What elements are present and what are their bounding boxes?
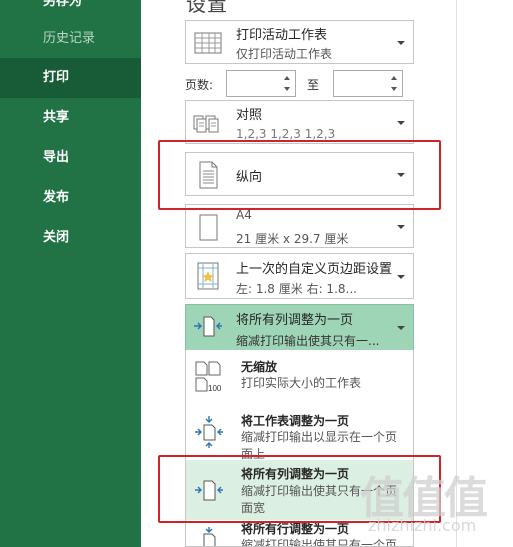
chevron-down-icon: [397, 225, 405, 229]
paper-size-subtitle: 21 厘米 x 29.7 厘米: [236, 232, 349, 246]
nav-print[interactable]: 打印: [0, 58, 141, 98]
chevron-down-icon: [397, 275, 405, 279]
backstage-sidebar: 另存为 历史记录 打印 共享 导出 发布 关闭: [0, 0, 141, 547]
pages-label: 页数:: [185, 78, 214, 92]
nav-publish[interactable]: 发布: [0, 178, 141, 218]
fit-rows-icon: [203, 527, 216, 546]
print-what-subtitle: 仅打印活动工作表: [236, 47, 333, 61]
paper-size-title: A4: [236, 208, 252, 222]
option-title: 无缩放: [241, 360, 278, 374]
spin-up-icon[interactable]: [391, 76, 397, 80]
nav-history[interactable]: 历史记录: [0, 19, 141, 59]
option-title: 将工作表调整为一页: [241, 414, 350, 428]
pages-from-input[interactable]: [226, 70, 296, 97]
no-scaling-icon: 100: [195, 361, 222, 393]
nav-export[interactable]: 导出: [0, 138, 141, 178]
annotation-box-orientation: [158, 140, 441, 210]
pages-to-label: 至: [307, 78, 320, 92]
spin-down-icon[interactable]: [284, 87, 290, 91]
print-what-title: 打印活动工作表: [236, 28, 328, 43]
option-desc: 打印实际大小的工作表: [241, 376, 362, 390]
margins-dropdown[interactable]: 上一次的自定义页边距设置 左: 1.8 厘米 右: 1.8...: [185, 253, 414, 299]
chevron-down-icon: [397, 41, 405, 45]
scaling-dropdown[interactable]: 将所有列调整为一页 缩减打印输出使其只有一...: [185, 304, 414, 351]
fit-columns-icon: [194, 316, 222, 337]
margins-title: 上一次的自定义页边距设置: [236, 262, 393, 277]
collate-dropdown[interactable]: 对照 1,2,3 1,2,3 1,2,3: [185, 100, 414, 144]
spin-up-icon[interactable]: [284, 76, 290, 80]
print-what-dropdown[interactable]: 打印活动工作表 仅打印活动工作表: [185, 20, 414, 64]
scaling-subtitle: 缩减打印输出使其只有一...: [236, 334, 380, 348]
scaling-title: 将所有列调整为一页: [236, 313, 354, 328]
nav-share[interactable]: 共享: [0, 98, 141, 138]
collate-title: 对照: [236, 108, 263, 123]
paper-icon: [199, 214, 218, 241]
chevron-down-icon: [397, 121, 405, 125]
settings-heading: 设置: [186, 0, 228, 16]
spin-down-icon[interactable]: [391, 87, 397, 91]
scaling-option-fit-sheet[interactable]: 将工作表调整为一页 缩减打印输出以显示在一个页面上: [186, 405, 413, 461]
paper-size-dropdown[interactable]: A4 21 厘米 x 29.7 厘米: [185, 204, 414, 248]
pages-to-input[interactable]: [333, 70, 403, 97]
fit-sheet-icon: [195, 416, 223, 448]
collate-subtitle: 1,2,3 1,2,3 1,2,3: [236, 127, 336, 141]
chevron-down-icon: [397, 326, 405, 330]
option-desc: 缩减打印输出使其只有一个页面高: [241, 538, 398, 547]
watermark-url: zhizhizhi.com: [368, 516, 477, 535]
margins-star-icon: [197, 262, 219, 290]
collate-pages-icon: [193, 115, 219, 133]
margins-subtitle: 左: 1.8 厘米 右: 1.8...: [236, 282, 357, 296]
sheet-grid-icon: [194, 32, 222, 54]
scaling-option-no-scaling[interactable]: 100 无缩放 打印实际大小的工作表: [186, 350, 413, 405]
nav-close[interactable]: 关闭: [0, 218, 141, 258]
svg-text:100: 100: [208, 384, 222, 393]
